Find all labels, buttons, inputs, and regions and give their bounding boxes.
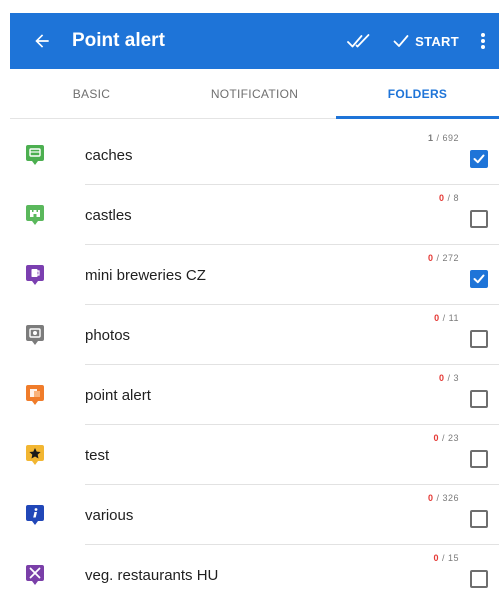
- total-count: / 3: [447, 373, 459, 383]
- folder-checkbox[interactable]: [470, 270, 488, 288]
- folder-row-veg-restaurants-hu[interactable]: veg. restaurants HU 0 / 15: [0, 545, 499, 605]
- arrow-back-icon: [35, 34, 49, 48]
- check-icon: [473, 274, 485, 284]
- select-all-button[interactable]: [339, 13, 379, 69]
- star-marker-icon: [26, 445, 44, 465]
- folder-count: 1 / 692: [428, 133, 459, 143]
- folder-count: 0 / 11: [434, 313, 459, 323]
- start-button[interactable]: START: [387, 13, 465, 69]
- total-count: / 272: [436, 253, 459, 263]
- selected-count: 0: [427, 493, 434, 503]
- castle-marker-icon: [26, 205, 44, 225]
- folder-checkbox[interactable]: [470, 510, 488, 528]
- folder-name: mini breweries CZ: [85, 267, 206, 284]
- folder-count: 0 / 15: [433, 553, 459, 563]
- total-count: / 692: [436, 133, 459, 143]
- selected-count: 0: [438, 373, 445, 383]
- info-marker-icon: [26, 505, 44, 525]
- cache-marker-icon: [26, 145, 44, 165]
- folder-count: 0 / 272: [428, 253, 459, 263]
- photo-marker-icon: [26, 325, 44, 345]
- folder-name: veg. restaurants HU: [85, 567, 219, 584]
- folder-row-photos[interactable]: photos 0 / 11: [0, 305, 499, 365]
- folder-row-test[interactable]: test 0 / 23: [0, 425, 499, 485]
- more-options-button[interactable]: [469, 13, 497, 69]
- folder-row-point-alert[interactable]: point alert 0 / 3: [0, 365, 499, 425]
- folder-checkbox[interactable]: [470, 450, 488, 468]
- folder-name: caches: [85, 147, 133, 164]
- folder-row-mini-breweries-cz[interactable]: mini breweries CZ 0 / 272: [0, 245, 499, 305]
- total-count: / 15: [441, 553, 459, 563]
- tab-folders[interactable]: FOLDERS: [336, 69, 499, 119]
- brewery-marker-icon: [26, 265, 44, 285]
- tab-basic[interactable]: BASIC: [10, 69, 173, 118]
- folder-row-various[interactable]: various 0 / 326: [0, 485, 499, 545]
- back-button[interactable]: [22, 13, 62, 69]
- selected-count: 0: [433, 553, 439, 563]
- selected-count: 0: [434, 313, 440, 323]
- folder-row-castles[interactable]: castles 0 / 8: [0, 185, 499, 245]
- app-bar: Point alert START: [10, 13, 499, 69]
- folder-name: castles: [85, 207, 132, 224]
- check-icon: [473, 154, 485, 164]
- folder-checkbox[interactable]: [470, 150, 488, 168]
- restaurant-marker-icon: [26, 565, 44, 585]
- alert-marker-icon: [26, 385, 44, 405]
- selected-count: 0: [438, 193, 445, 203]
- folder-checkbox[interactable]: [470, 390, 488, 408]
- tab-bar: BASIC NOTIFICATION FOLDERS: [10, 69, 499, 119]
- check-icon: [393, 35, 409, 47]
- selected-count: 0: [427, 253, 434, 263]
- folder-name: point alert: [85, 387, 151, 404]
- selected-count: 0: [433, 433, 439, 443]
- folder-count: 0 / 23: [433, 433, 459, 443]
- folder-checkbox[interactable]: [470, 570, 488, 588]
- total-count: / 326: [436, 493, 459, 503]
- total-count: / 11: [442, 313, 459, 323]
- folder-name: photos: [85, 327, 131, 344]
- more-vert-icon: [481, 33, 485, 49]
- folder-count: 0 / 326: [428, 493, 459, 503]
- folder-count: 0 / 3: [439, 373, 459, 383]
- folder-row-caches[interactable]: caches 1 / 692: [0, 125, 499, 185]
- total-count: / 8: [447, 193, 459, 203]
- total-count: / 23: [441, 433, 459, 443]
- tab-notification[interactable]: NOTIFICATION: [173, 69, 336, 118]
- selected-count: 1: [427, 133, 434, 143]
- start-label: START: [415, 33, 459, 49]
- folder-name: test: [85, 447, 110, 464]
- folder-count: 0 / 8: [439, 193, 459, 203]
- folder-checkbox[interactable]: [470, 210, 488, 228]
- folder-name: various: [85, 507, 134, 524]
- double-check-icon: [347, 34, 370, 48]
- page-title: Point alert: [72, 30, 165, 51]
- folder-list: caches 1 / 692 castles 0 / 8 mini brewer…: [0, 125, 499, 605]
- folder-checkbox[interactable]: [470, 330, 488, 348]
